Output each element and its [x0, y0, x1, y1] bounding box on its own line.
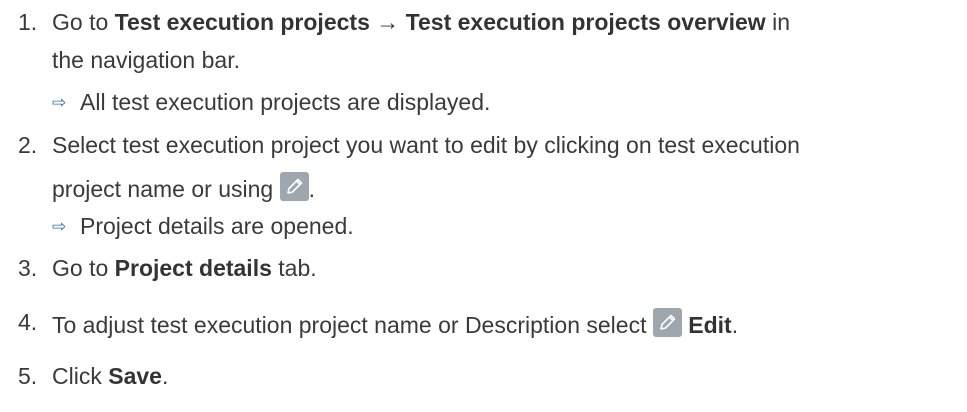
menu-path-part: Test execution projects overview: [405, 9, 766, 35]
button-name: Save: [108, 363, 162, 389]
step-text: To adjust test execution project name or…: [52, 308, 738, 339]
arrow-right-icon: ⇨: [52, 93, 67, 112]
step-text: project name or using .: [52, 172, 315, 203]
step-text: Go to Project details tab.: [52, 255, 317, 281]
pencil-icon: [652, 308, 682, 337]
instruction-list: 1. Go to Test execution projects → Test …: [0, 0, 967, 412]
step-text: Click Save.: [52, 363, 169, 389]
step-text: Select test execution project you want t…: [52, 132, 800, 158]
step-2-result: ⇨ Project details are opened.: [52, 213, 354, 239]
step-1-result: ⇨ All test execution projects are display…: [52, 89, 491, 115]
step-number: 1.: [18, 9, 38, 35]
arrow-right-icon: ⇨: [52, 217, 67, 236]
menu-path-part: Test execution projects: [114, 9, 370, 35]
step-number: 5.: [18, 363, 38, 389]
step-number: 4.: [18, 309, 38, 335]
tab-name: Project details: [114, 255, 272, 281]
step-text: Go to Test execution projects → Test exe…: [52, 9, 790, 35]
button-name: Edit: [688, 312, 732, 338]
pencil-icon: [279, 172, 309, 201]
step-text: the navigation bar.: [52, 47, 240, 73]
step-number: 2.: [18, 132, 38, 158]
step-number: 3.: [18, 255, 38, 281]
